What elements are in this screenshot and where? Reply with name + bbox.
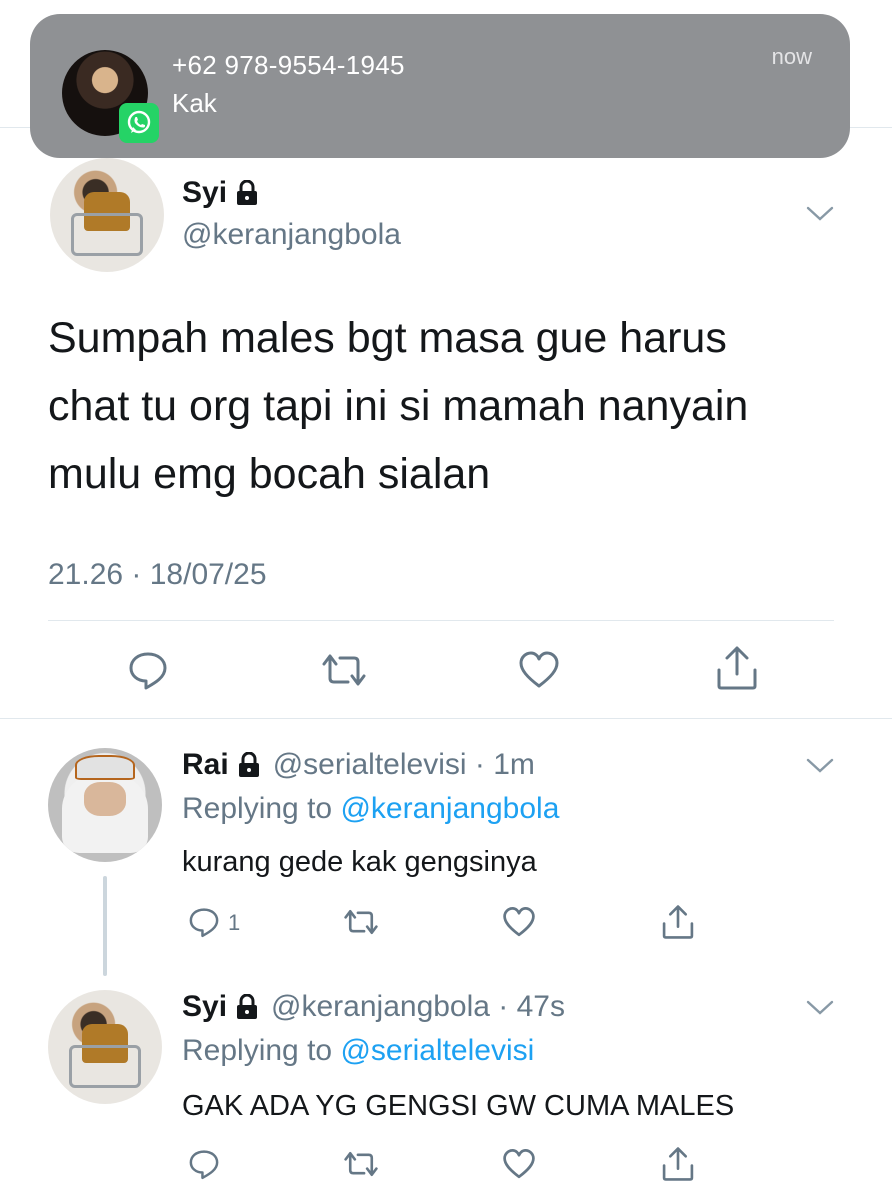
tweet-text-line: mulu emg bocah sialan xyxy=(48,450,491,498)
replying-to-mention[interactable]: @serialtelevisi xyxy=(340,1034,534,1067)
share-icon[interactable] xyxy=(660,902,696,942)
retweet-icon[interactable] xyxy=(340,904,382,940)
author-handle[interactable]: @keranjangbola xyxy=(182,218,401,252)
share-icon[interactable] xyxy=(660,1144,696,1184)
replying-to-prefix: Replying to xyxy=(182,1034,341,1067)
chevron-down-icon[interactable] xyxy=(804,752,836,780)
chevron-down-icon[interactable] xyxy=(804,200,836,228)
divider xyxy=(0,718,892,719)
replying-to: Replying to @keranjangbola xyxy=(182,792,559,826)
notification-title: +62 978-9554-1945 xyxy=(172,50,405,80)
reply-author-name: Rai xyxy=(182,748,229,781)
tweet-text-line: chat tu org tapi ini si mamah nanyain xyxy=(48,382,749,430)
notification-time: now xyxy=(771,44,812,69)
reply-handle-time: @serialtelevisi · 1m xyxy=(272,748,535,781)
chevron-down-icon[interactable] xyxy=(804,994,836,1022)
reply-author-name: Syi xyxy=(182,990,228,1023)
reply-icon[interactable] xyxy=(186,904,222,940)
avatar[interactable] xyxy=(48,990,162,1104)
avatar-face xyxy=(84,782,126,817)
retweet-icon[interactable] xyxy=(340,1146,382,1182)
like-icon[interactable] xyxy=(500,904,538,940)
notification-body: Kak xyxy=(172,88,217,118)
reply-header[interactable]: Syi @keranjangbola · 47s xyxy=(182,990,565,1024)
avatar[interactable] xyxy=(50,158,164,272)
thread-line xyxy=(103,876,107,976)
reply-text: kurang gede kak gengsinya xyxy=(182,846,537,878)
avatar-cart xyxy=(68,1044,142,1089)
avatar-cap xyxy=(75,754,135,780)
tweet-timestamp[interactable]: 21.26 · 18/07/25 xyxy=(48,558,267,592)
whatsapp-icon xyxy=(119,103,159,143)
reply-header[interactable]: Rai @serialtelevisi · 1m xyxy=(182,748,535,782)
avatar-cart xyxy=(70,212,144,257)
retweet-icon[interactable] xyxy=(318,648,370,692)
like-icon[interactable] xyxy=(516,648,562,692)
reply-text: GAK ADA YG GENGSI GW CUMA MALES xyxy=(182,1090,735,1122)
divider xyxy=(48,620,834,621)
share-icon[interactable] xyxy=(714,644,760,692)
lock-icon xyxy=(235,180,259,206)
author-name-text: Syi xyxy=(182,176,228,209)
replying-to-prefix: Replying to xyxy=(182,792,341,825)
reply-handle-time: @keranjangbola · 47s xyxy=(271,990,565,1023)
author-name[interactable]: Syi xyxy=(182,176,259,210)
like-icon[interactable] xyxy=(500,1146,538,1182)
tweet-text-line: Sumpah males bgt masa gue harus xyxy=(48,314,727,362)
lock-icon xyxy=(235,994,259,1020)
avatar[interactable] xyxy=(48,748,162,862)
reply-icon[interactable] xyxy=(186,1146,222,1182)
replying-to: Replying to @serialtelevisi xyxy=(182,1034,534,1068)
reply-icon[interactable] xyxy=(124,646,172,694)
tweet-text: Sumpah males bgt masa gue harus chat tu … xyxy=(48,304,848,508)
lock-icon xyxy=(237,752,261,778)
reply-count: 1 xyxy=(228,910,241,935)
replying-to-mention[interactable]: @keranjangbola xyxy=(340,792,559,825)
